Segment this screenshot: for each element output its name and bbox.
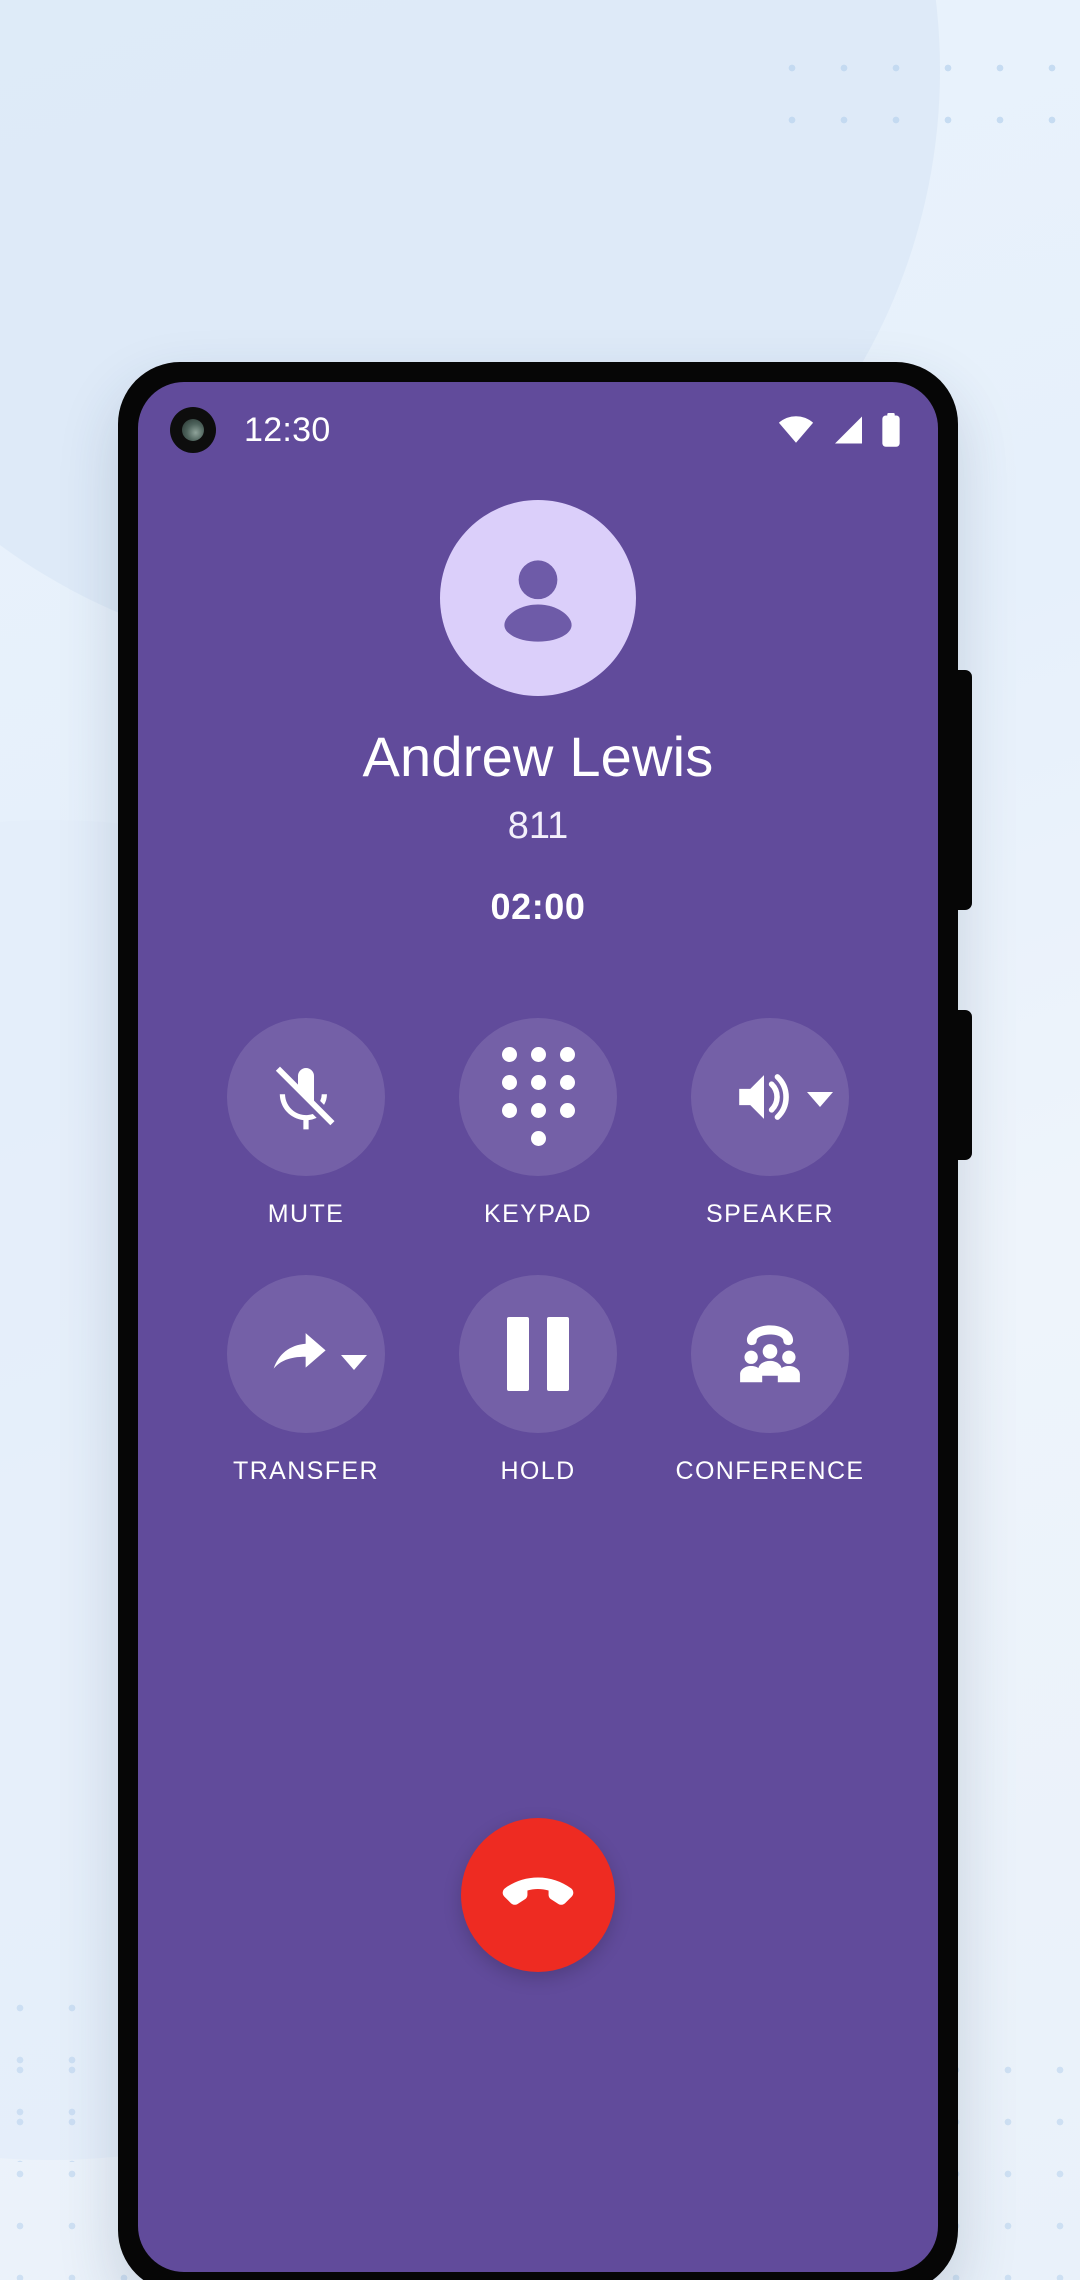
- control-button-conference[interactable]: CONFERENCE: [654, 1274, 886, 1486]
- hold-button-circle[interactable]: [459, 1274, 617, 1433]
- front-camera-punch-hole-icon: [170, 407, 216, 453]
- battery-icon: [882, 413, 900, 447]
- caller-name: Andrew Lewis: [362, 725, 714, 788]
- control-label-mute: MUTE: [267, 1199, 345, 1228]
- transfer-button-circle[interactable]: [227, 1274, 385, 1433]
- caller-avatar: [440, 500, 636, 696]
- status-bar-icons: [778, 413, 902, 447]
- control-label-keypad: KEYPAD: [484, 1199, 592, 1228]
- cellular-signal-icon: [835, 416, 862, 444]
- conference-call-icon: [740, 1325, 800, 1383]
- keypad-button-circle[interactable]: [459, 1017, 617, 1176]
- speaker-button-circle[interactable]: [691, 1017, 849, 1176]
- mute-button-circle[interactable]: [227, 1017, 385, 1176]
- power-button[interactable]: [956, 1010, 972, 1160]
- end-call-area: [138, 1818, 938, 1972]
- control-label-conference: CONFERENCE: [675, 1456, 865, 1485]
- call-end-icon: [502, 1877, 574, 1905]
- wifi-icon: [778, 416, 814, 443]
- call-controls-grid: MUTE KEYPAD SPEAKER TRANSFER HOLD CONFER…: [138, 1017, 938, 1486]
- control-button-speaker[interactable]: SPEAKER: [654, 1017, 886, 1229]
- volume-up-icon: [739, 1073, 789, 1120]
- transfer-dropdown-caret-icon[interactable]: [341, 1354, 367, 1370]
- control-button-mute[interactable]: MUTE: [190, 1017, 422, 1229]
- phone-device-frame: 12:30 Andrew Lewis 811 02:00 MUTE KEYPAD…: [118, 362, 972, 2280]
- person-avatar-icon: [504, 560, 572, 642]
- mic-off-icon: [275, 1066, 335, 1130]
- status-bar-time: 12:30: [244, 410, 331, 449]
- call-forward-icon: [273, 1332, 326, 1369]
- status-bar: 12:30: [138, 382, 938, 478]
- control-button-hold[interactable]: HOLD: [422, 1274, 654, 1486]
- page-backdrop: 12:30 Andrew Lewis 811 02:00 MUTE KEYPAD…: [0, 0, 1080, 2280]
- end-call-button[interactable]: [461, 1818, 615, 1972]
- control-label-transfer: TRANSFER: [233, 1456, 379, 1485]
- control-label-speaker: SPEAKER: [706, 1199, 834, 1228]
- dialpad-icon: [501, 1047, 575, 1147]
- call-duration-timer: 02:00: [490, 885, 586, 927]
- control-button-keypad[interactable]: KEYPAD: [422, 1017, 654, 1229]
- control-button-transfer[interactable]: TRANSFER: [190, 1274, 422, 1486]
- pause-icon: [507, 1316, 569, 1391]
- caller-number: 811: [507, 804, 569, 847]
- speaker-dropdown-caret-icon[interactable]: [807, 1091, 833, 1107]
- conference-button-circle[interactable]: [691, 1274, 849, 1433]
- control-label-hold: HOLD: [500, 1456, 576, 1485]
- phone-screen: 12:30 Andrew Lewis 811 02:00 MUTE KEYPAD…: [138, 382, 938, 2272]
- volume-rocker-button[interactable]: [956, 670, 972, 910]
- dot-pattern-top-right: [766, 42, 1066, 162]
